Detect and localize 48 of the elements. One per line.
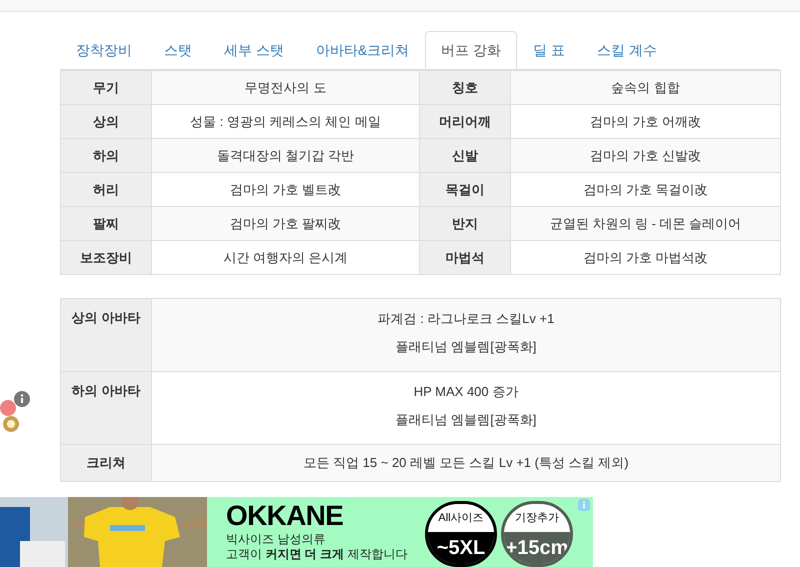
item-name: 돌격대장의 철기갑 각반 [152, 138, 420, 172]
badge-value: ~5XL [428, 532, 494, 564]
item-name: 시간 여행자의 은시계 [152, 240, 420, 274]
bonus-text: 플래티넘 엠블렘[광폭화] [394, 338, 538, 356]
tab[interactable]: 세부 스탯 [208, 31, 300, 69]
slot-label: 목걸이 [420, 172, 510, 206]
tab[interactable]: 딜 표 [517, 31, 582, 69]
bonus-text: 플래티넘 엠블렘[광폭화] [394, 411, 538, 429]
row-label: 크리쳐 [60, 444, 152, 481]
item-name: 검마의 가호 목걸이改 [510, 172, 780, 206]
slot-label: 신발 [420, 138, 510, 172]
info-icon[interactable] [14, 391, 30, 407]
badge-value: +15cm [504, 532, 570, 564]
tab[interactable]: 아바타&크리쳐 [300, 31, 426, 69]
item-name: 검마의 가호 신발改 [510, 138, 780, 172]
ad-subtitle: 빅사이즈 남성의류 [226, 532, 326, 547]
item-name: 무명전사의 도 [152, 70, 420, 104]
bonus-text: 모든 직업 15 ~ 20 레벨 모든 스킬 Lv +1 (특성 스킬 제외) [302, 454, 630, 472]
slot-label: 머리어깨 [420, 104, 510, 138]
brand-logo: OKKANE [226, 502, 344, 530]
row-label: 하의 아바타 [60, 372, 152, 444]
slot-label: 마법석 [420, 240, 510, 274]
tab[interactable]: 스탯 [148, 31, 208, 69]
ad-banner[interactable]: OKKANE 빅사이즈 남성의류 고객이 커지면 더 크게 제작합니다 All사이즈 ~5XL 기장추가 +15cm [207, 497, 593, 567]
slot-label: 팔찌 [60, 206, 152, 240]
ad-slogan: 고객이 커지면 더 크게 제작합니다 [226, 547, 408, 562]
bonus-text: HP MAX 400 증가 [412, 383, 520, 401]
slot-label: 반지 [420, 206, 510, 240]
slot-label: 보조장비 [60, 240, 152, 274]
item-name: 균열된 차원의 링 - 데몬 슬레이어 [510, 206, 780, 240]
slot-label: 상의 [60, 104, 152, 138]
slot-label: 허리 [60, 172, 152, 206]
item-name: 숲속의 힙합 [510, 70, 780, 104]
tab[interactable]: 장착장비 [60, 31, 148, 69]
slot-label: 무기 [60, 70, 152, 104]
badge-label: All사이즈 [428, 504, 494, 532]
slot-label: 칭호 [420, 70, 510, 104]
tab[interactable]: 스킬 계수 [581, 31, 673, 69]
bonus-text: 파계검 : 라그나로크 스킬Lv +1 [376, 310, 556, 328]
item-name: 검마의 가호 어깨改 [510, 104, 780, 138]
item-name: 검마의 가호 팔찌改 [152, 206, 420, 240]
item-name: 성물 : 영광의 케레스의 체인 메일 [152, 104, 420, 138]
badge-label: 기장추가 [504, 504, 570, 532]
tab[interactable]: 버프 강화 [425, 31, 518, 69]
item-name: 검마의 가호 벨트改 [152, 172, 420, 206]
row-label: 상의 아바타 [60, 298, 152, 372]
slot-label: 하의 [60, 138, 152, 172]
item-name: 검마의 가호 마법석改 [510, 240, 780, 274]
